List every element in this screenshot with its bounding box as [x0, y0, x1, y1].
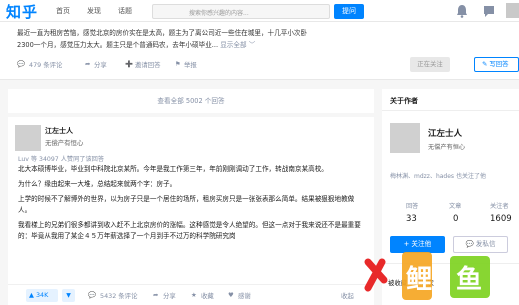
- invite-answer-link[interactable]: 邀请回答: [135, 60, 161, 69]
- answer-body: 北大本硕博毕业，毕业到中科院北京某所。今年是我工作第三年，年前刚刚调动了工作，转…: [18, 164, 364, 246]
- answer-actions: ▲ 34K ▼ 💬 5432 条评论 ➦ 分享 ★ 收藏 ♥ 感谢 收起: [8, 284, 374, 305]
- zhihu-logo[interactable]: 知乎: [6, 1, 38, 22]
- show-all-link[interactable]: 显示全部 ﹀: [220, 41, 255, 49]
- question-share-link[interactable]: 分享: [94, 60, 107, 69]
- watermark-logo: 鲤 鱼: [364, 252, 490, 300]
- author-bio: 无偿产有恒心: [45, 139, 84, 147]
- thank-link[interactable]: 感谢: [238, 291, 251, 300]
- answer-paragraph: 上学的时候不了解博外的世界，以为房子只是一个居住的场所，租房买房只是一张张表那么…: [18, 195, 355, 214]
- author-name[interactable]: 江左士人: [45, 126, 73, 136]
- star-icon[interactable]: ★: [191, 291, 197, 299]
- question-actions: 💬 479 条评论 ➦ 分享 ➕ 邀请回答 ⚑ 举报: [17, 60, 417, 70]
- stat-answers-label: 回答: [406, 203, 419, 210]
- bell-icon[interactable]: [456, 4, 468, 18]
- collect-link[interactable]: 收藏: [201, 291, 214, 300]
- stat-answers-value[interactable]: 33: [406, 214, 417, 224]
- answer-share-link[interactable]: 分享: [163, 291, 176, 300]
- question-detail: 最近一直为租房苦恼，感觉北京的房价实在是太高，题主为了离公司近一些住在城里，十几…: [17, 27, 317, 51]
- comment-icon[interactable]: 💬: [17, 60, 25, 68]
- answer-paragraph: 为什么？缘由起来一大堆，总结起来就两个字：房子。: [18, 180, 177, 188]
- sidebar-author-name[interactable]: 江左士人: [428, 127, 462, 139]
- author-avatar[interactable]: [15, 125, 41, 151]
- question-detail-text: 最近一直为租房苦恼，感觉北京的房价实在是太高，题主为了离公司近一些住在城里，十几…: [17, 29, 308, 49]
- answer-paragraph: 我看樣上的兄弟们很多都讲到收入赶不上北京房价的涨幅。这种感觉是令人绝望的。但这一…: [18, 221, 361, 240]
- stat-articles-value[interactable]: 0: [453, 214, 458, 224]
- share-icon[interactable]: ➦: [85, 60, 90, 68]
- write-answer-label: 写回答: [489, 60, 509, 68]
- mutual-followers[interactable]: 梅林渊、mdzz、hades 也关注了他: [390, 171, 486, 180]
- user-avatar[interactable]: [506, 3, 519, 18]
- divider: [382, 110, 519, 111]
- answer-paragraph: 北大本硕博毕业，毕业到中科院北京某所。今年是我工作第三年，年前刚刚调动了工作，转…: [18, 165, 328, 173]
- comment-icon[interactable]: 💬: [88, 291, 96, 299]
- stat-followers-label: 关注者: [490, 203, 509, 210]
- sidebar-author-avatar[interactable]: [390, 123, 420, 153]
- upvote-button[interactable]: ▲ 34K: [26, 289, 58, 302]
- stat-followers-value[interactable]: 1609: [490, 214, 512, 224]
- ask-button[interactable]: 提问: [334, 4, 364, 19]
- downvote-button[interactable]: ▼: [62, 289, 75, 302]
- write-answer-button[interactable]: ✎ 写回答: [474, 57, 519, 72]
- collapse-link[interactable]: 收起: [341, 291, 354, 300]
- answer-comments-link[interactable]: 5432 条评论: [100, 291, 137, 300]
- view-all-answers-link[interactable]: 查看全部 5002 个回答: [8, 89, 374, 113]
- sidebar-author-bio: 无偿产有恒心: [428, 144, 466, 151]
- watermark-text-2: 鱼: [456, 265, 482, 295]
- watermark-text-1: 鲤: [406, 265, 432, 295]
- question-header: 最近一直为租房苦恼，感觉北京的房价实在是太高，题主为了离公司近一些住在城里，十几…: [0, 22, 519, 80]
- answer-voters[interactable]: Luv 等 34097 人赞同了该回答: [18, 154, 104, 163]
- nav-topics[interactable]: 话题: [118, 6, 132, 16]
- nav-discover[interactable]: 发现: [87, 6, 101, 16]
- following-button[interactable]: 正在关注: [410, 57, 450, 72]
- top-navbar: 知乎 首页 发现 话题 搜索你感兴趣的内容... 提问: [0, 0, 519, 22]
- nav-home[interactable]: 首页: [56, 6, 70, 16]
- question-comments-link[interactable]: 479 条评论: [29, 60, 62, 69]
- invite-icon[interactable]: ➕: [125, 60, 133, 68]
- answer-card: 江左士人 无偿产有恒心 Luv 等 34097 人赞同了该回答 北大本硕博毕业，…: [8, 117, 374, 305]
- question-report-link[interactable]: 举报: [184, 60, 197, 69]
- sidebar-title: 关于作者: [390, 97, 418, 105]
- share-icon[interactable]: ➦: [153, 291, 158, 299]
- search-input[interactable]: 搜索你感兴趣的内容...: [152, 4, 330, 19]
- heart-icon[interactable]: ♥: [228, 291, 234, 299]
- stat-articles-label: 文章: [449, 203, 462, 210]
- message-icon[interactable]: [482, 4, 496, 18]
- report-flag-icon[interactable]: ⚑: [175, 60, 181, 68]
